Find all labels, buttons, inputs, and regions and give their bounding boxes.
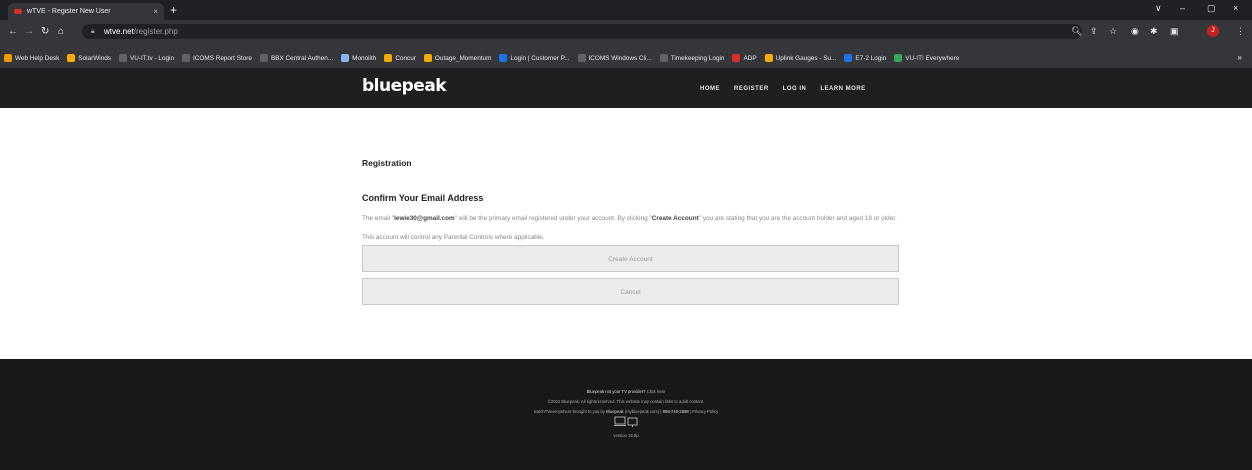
email-value: lewie30@gmail.com bbox=[394, 215, 455, 222]
bookmark-favicon-icon bbox=[659, 54, 668, 62]
profile-avatar[interactable]: J bbox=[1207, 25, 1219, 37]
nav-learn-more-link[interactable]: LEARN MORE bbox=[820, 86, 865, 92]
site-header bbox=[0, 68, 1252, 108]
website-link[interactable]: (mybluepeak.com) bbox=[625, 409, 659, 414]
bookmark-favicon-icon bbox=[341, 54, 350, 62]
tab-search-icon[interactable]: ∨ bbox=[1155, 3, 1162, 14]
restore-button[interactable]: ▢ bbox=[1207, 3, 1216, 14]
home-icon[interactable]: ⌂ bbox=[58, 26, 64, 38]
side-panel-icon[interactable]: ▣ bbox=[1170, 26, 1179, 37]
bookmark-favicon-icon bbox=[499, 54, 508, 62]
menu-kebab-icon[interactable]: ⋮ bbox=[1236, 26, 1245, 37]
confirmation-description: The email "lewie30@gmail.com" will be th… bbox=[362, 215, 897, 241]
bookmark-item[interactable]: E7-2 Login bbox=[844, 54, 886, 62]
bookmark-item[interactable]: SolarWinds bbox=[67, 54, 111, 62]
reload-icon[interactable]: ↻ bbox=[41, 26, 49, 38]
bookmark-item[interactable]: Outage_Momentum bbox=[423, 54, 491, 62]
footer-provider-line: Bluepeak not your TV provider? Click her… bbox=[586, 389, 666, 394]
bookmark-favicon-icon bbox=[259, 54, 268, 62]
section-title: Registration bbox=[362, 158, 412, 168]
bookmark-favicon-icon bbox=[423, 54, 432, 62]
bookmark-favicon-icon bbox=[844, 54, 853, 62]
click-here-link[interactable]: Click here bbox=[647, 389, 666, 394]
bookmark-item[interactable]: Concur bbox=[384, 54, 416, 62]
forward-arrow-icon[interactable]: → bbox=[24, 26, 34, 38]
bookmark-favicon-icon bbox=[894, 54, 903, 62]
extension-icon[interactable]: ◉ bbox=[1131, 26, 1139, 37]
bookmarks-overflow-button[interactable]: » bbox=[1238, 53, 1242, 62]
create-account-reference: Create Account bbox=[651, 215, 699, 222]
app-version: version 16.5p bbox=[613, 433, 639, 438]
bookmark-item[interactable]: VU-IT! Everywhere bbox=[894, 54, 959, 62]
registration-panel: Registration Confirm Your Email Address … bbox=[362, 158, 902, 247]
bookmark-favicon-icon bbox=[577, 54, 586, 62]
bookmark-favicon-icon bbox=[4, 54, 12, 62]
footer-attribution: watchTVeverywhere brought to you by Blue… bbox=[533, 409, 719, 414]
bookmark-item[interactable]: Web Help Desk bbox=[4, 54, 59, 62]
minimize-button[interactable]: – bbox=[1180, 3, 1185, 13]
nav-register-link[interactable]: REGISTER bbox=[734, 86, 769, 92]
bookmark-item[interactable]: ICOMS Report Store bbox=[182, 54, 252, 62]
back-arrow-icon[interactable]: ← bbox=[8, 26, 18, 38]
bookmark-favicon-icon bbox=[118, 54, 127, 62]
bookmark-star-icon[interactable]: ☆ bbox=[1109, 26, 1117, 37]
bookmark-favicon-icon bbox=[384, 54, 393, 62]
url-bar[interactable]: 🔒︎ wtve.net/register.php bbox=[82, 24, 1082, 39]
create-account-button[interactable]: Create Account bbox=[362, 245, 899, 272]
bookmark-favicon-icon bbox=[182, 54, 191, 62]
tab-close-icon[interactable]: × bbox=[153, 7, 158, 16]
privacy-policy-link[interactable]: Privacy Policy bbox=[692, 409, 718, 414]
nav-home-link[interactable]: HOME bbox=[700, 86, 720, 92]
bookmark-favicon-icon bbox=[732, 54, 741, 62]
share-icon[interactable]: ⇪ bbox=[1090, 26, 1098, 37]
bookmark-item[interactable]: Monolith bbox=[341, 54, 376, 62]
url-host: wtve.net bbox=[104, 27, 134, 36]
lock-icon: 🔒︎ bbox=[91, 28, 95, 35]
tab-title: wTVE - Register New User bbox=[27, 8, 111, 15]
bookmark-item[interactable]: Uplink Gauges - Su... bbox=[764, 54, 836, 62]
bookmark-favicon-icon bbox=[764, 54, 773, 62]
bookmark-item[interactable]: ICOMS Windows Cli... bbox=[577, 54, 652, 62]
browser-tab[interactable]: wTVE - Register New User × bbox=[8, 3, 164, 20]
bookmark-item[interactable]: ADP bbox=[732, 54, 757, 62]
site-footer bbox=[0, 359, 1252, 470]
tab-favicon-icon bbox=[14, 9, 22, 14]
site-logo[interactable]: bluepeak bbox=[362, 76, 447, 96]
close-window-button[interactable]: × bbox=[1233, 3, 1238, 13]
extensions-puzzle-icon[interactable]: ✱ bbox=[1150, 26, 1158, 37]
page-title: Confirm Your Email Address bbox=[362, 193, 484, 203]
bookmark-item[interactable]: Login | Customer P... bbox=[499, 54, 570, 62]
bookmarks-bar: Web Help Desk SolarWinds VU-IT.tv - Logi… bbox=[0, 48, 1252, 68]
bookmark-item[interactable]: VU-IT.tv - Login bbox=[118, 54, 174, 62]
bookmark-item[interactable]: Timekeeping Login bbox=[659, 54, 724, 62]
bookmark-favicon-icon bbox=[67, 54, 76, 62]
site-nav: HOME REGISTER LOG IN LEARN MORE bbox=[700, 86, 880, 92]
browser-titlebar bbox=[0, 0, 1252, 20]
phone-link[interactable]: 888-740-2888 bbox=[663, 409, 689, 414]
url-path: /register.php bbox=[133, 27, 178, 36]
bookmark-item[interactable]: BBX Central Authen... bbox=[259, 54, 333, 62]
zoom-icon[interactable]: 🔍︎ bbox=[1071, 26, 1082, 37]
footer-copyright: ©2022 Bluepeak. All rights reserved. Thi… bbox=[547, 399, 705, 404]
nav-login-link[interactable]: LOG IN bbox=[783, 86, 807, 92]
new-tab-button[interactable]: + bbox=[170, 3, 177, 17]
cancel-button[interactable]: Cancel bbox=[362, 278, 899, 305]
devices-icon bbox=[614, 416, 638, 427]
